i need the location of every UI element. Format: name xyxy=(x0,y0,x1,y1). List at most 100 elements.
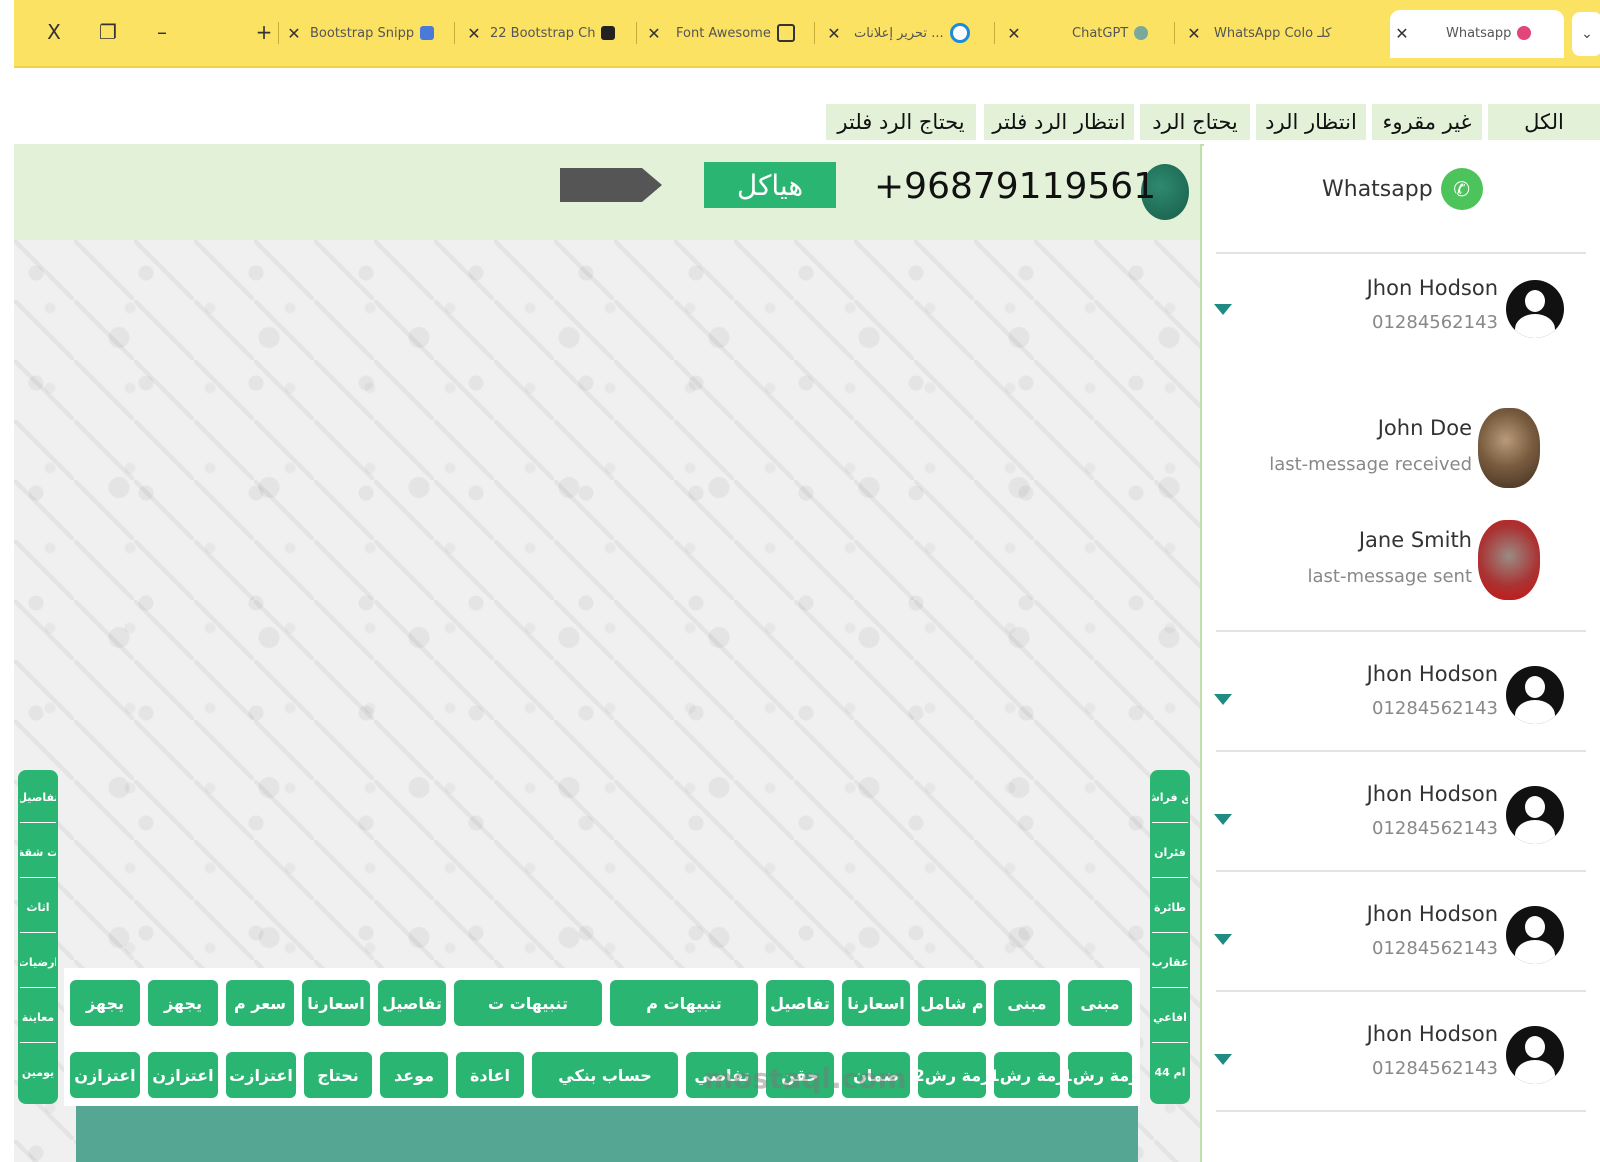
quick-reply-panel: مبنى مبنى م شامل اسعارنا تفاصيل تنبيهات … xyxy=(64,968,1140,1106)
rail-button[interactable]: عقارب xyxy=(1152,937,1188,988)
contact-item[interactable]: Jhon Hodson 01284562143 xyxy=(1202,264,1600,364)
close-icon[interactable]: ✕ xyxy=(1394,24,1410,43)
tab-list-chevron-icon[interactable]: ⌄ xyxy=(1572,12,1600,56)
caret-down-icon[interactable] xyxy=(1214,1054,1232,1065)
rail-button[interactable]: معاينة xyxy=(20,992,56,1043)
rail-button[interactable]: ارضيات xyxy=(20,937,56,988)
browser-tab-whatsapp-label[interactable]: ✕ Whatsapp xyxy=(1394,18,1537,48)
quick-reply-button[interactable]: اعتزازت xyxy=(226,1052,296,1098)
divider xyxy=(1216,630,1586,632)
contact-name: Jhon Hodson xyxy=(1366,276,1498,300)
contact-subtitle: 01284562143 xyxy=(1372,312,1498,333)
quick-reply-button[interactable]: تنبيهات م xyxy=(610,980,758,1026)
filter-awaiting-reply[interactable]: انتظار الرد xyxy=(1256,104,1366,140)
rail-button[interactable]: افاعي xyxy=(1152,992,1188,1043)
close-icon[interactable]: ✕ xyxy=(286,24,302,43)
quick-reply-button[interactable]: حساب بنكي xyxy=(532,1052,678,1098)
filter-needs-reply[interactable]: يحتاج الرد xyxy=(1140,104,1250,140)
rail-button[interactable]: يومين xyxy=(20,1047,56,1097)
quick-reply-button[interactable]: نحتاج xyxy=(304,1052,372,1098)
font-awesome-icon xyxy=(776,24,795,42)
quick-reply-button[interactable]: يجهز xyxy=(148,980,218,1026)
contact-subtitle: last-message received xyxy=(1269,454,1472,475)
rail-button[interactable]: تفاصيل xyxy=(20,772,56,823)
contact-item[interactable]: Jhon Hodson 01284562143 xyxy=(1202,650,1600,750)
browser-tab-font-awesome[interactable]: ✕ Font Awesome xyxy=(646,18,801,48)
quick-reply-button[interactable]: اسعارنا xyxy=(842,980,910,1026)
quick-reply-button[interactable]: تفاصيل xyxy=(766,980,834,1026)
chat-header: +96879119561 هياكل xyxy=(14,144,1200,240)
quick-reply-button[interactable]: اسعارنا xyxy=(302,980,370,1026)
close-icon[interactable]: ✕ xyxy=(1186,24,1202,43)
tab-title: Whatsapp xyxy=(1446,25,1512,41)
browser-tab-bootstrap-snippets[interactable]: ✕ Bootstrap Snipp xyxy=(286,18,440,48)
quick-reply-button[interactable]: موعد xyxy=(380,1052,448,1098)
contact-name: John Doe xyxy=(1377,416,1472,440)
browser-tab-ad-editor[interactable]: ✕ تحرير إعلانات ... xyxy=(826,18,976,48)
close-icon[interactable]: ✕ xyxy=(466,24,482,43)
tab-title: Font Awesome xyxy=(676,25,771,41)
contact-subtitle: 01284562143 xyxy=(1372,1058,1498,1079)
quick-reply-button[interactable]: سعر م xyxy=(226,980,294,1026)
tab-title: ChatGPT xyxy=(1072,25,1129,41)
window-minimize-button[interactable]: – xyxy=(144,14,180,50)
browser-tab-bootstrap-charts[interactable]: ✕ 22 Bootstrap Ch xyxy=(466,18,621,48)
left-quick-rail: تفاصيل ت شقة اثاث ارضيات معاينة يومين xyxy=(18,770,58,1104)
contacts-sidebar: Whatsapp ✆ Jhon Hodson 01284562143 John … xyxy=(1202,146,1600,1162)
quick-reply-button[interactable]: يجهز xyxy=(70,980,140,1026)
caret-down-icon[interactable] xyxy=(1214,694,1232,705)
quick-reply-button[interactable]: مبنى xyxy=(994,980,1060,1026)
quick-reply-button[interactable]: رمة رش2 xyxy=(918,1052,986,1098)
brand-name: Whatsapp xyxy=(1322,176,1433,202)
contact-item[interactable]: John Doe last-message received xyxy=(1202,402,1600,502)
window-close-button[interactable]: X xyxy=(36,14,72,50)
contact-subtitle: 01284562143 xyxy=(1372,818,1498,839)
quick-reply-button[interactable]: رمة رش1 xyxy=(994,1052,1060,1098)
avatar-default-icon xyxy=(1506,786,1564,844)
caret-down-icon[interactable] xyxy=(1214,304,1232,315)
tab-title: 22 Bootstrap Ch xyxy=(490,25,596,41)
rail-button[interactable]: بق فراش xyxy=(1152,772,1188,823)
quick-reply-button[interactable]: اعتزازن xyxy=(70,1052,140,1098)
quick-reply-button[interactable]: اعتزازن xyxy=(148,1052,218,1098)
quick-reply-button[interactable]: رمة رش1 xyxy=(1068,1052,1132,1098)
chat-category-tag[interactable]: هياكل xyxy=(704,162,836,208)
contact-name: Jhon Hodson xyxy=(1366,902,1498,926)
rail-button[interactable]: فئران xyxy=(1152,827,1188,878)
contact-item[interactable]: Jane Smith last-message sent xyxy=(1202,514,1600,614)
rail-button[interactable]: ت شقة xyxy=(20,827,56,878)
filter-needs-reply-filter[interactable]: يحتاج الرد فلتر xyxy=(826,104,976,140)
filter-awaiting-reply-filter[interactable]: انتظار الرد فلتر xyxy=(984,104,1134,140)
rail-button[interactable]: اثاث xyxy=(20,882,56,933)
divider xyxy=(1216,990,1586,992)
browser-tab-chatgpt[interactable]: ✕ ChatGPT xyxy=(1006,18,1154,48)
filter-unread[interactable]: غير مقروء xyxy=(1372,104,1482,140)
caret-down-icon[interactable] xyxy=(1214,934,1232,945)
quick-reply-button[interactable]: اعادة xyxy=(456,1052,524,1098)
close-icon[interactable]: ✕ xyxy=(826,24,842,43)
divider xyxy=(1216,870,1586,872)
rail-button[interactable]: طائرة xyxy=(1152,882,1188,933)
right-quick-rail: بق فراش فئران طائرة عقارب افاعي ام 44 xyxy=(1150,770,1190,1104)
rail-button[interactable]: ام 44 xyxy=(1152,1047,1188,1097)
divider xyxy=(1216,252,1586,254)
tab-title: Bootstrap Snipp xyxy=(310,25,415,41)
new-tab-button[interactable]: + xyxy=(246,14,282,50)
quick-reply-button[interactable]: مبنى xyxy=(1068,980,1132,1026)
contact-item[interactable]: Jhon Hodson 01284562143 xyxy=(1202,890,1600,990)
contact-item[interactable]: Jhon Hodson 01284562143 xyxy=(1202,1010,1600,1110)
favicon-icon xyxy=(949,23,970,43)
forward-arrow-icon[interactable] xyxy=(560,168,642,202)
quick-reply-button[interactable]: م شامل xyxy=(918,980,986,1026)
window-restore-button[interactable]: ❐ xyxy=(90,14,126,50)
browser-tab-whatsapp-colors[interactable]: ✕ WhatsApp Colo كلـ xyxy=(1186,18,1331,48)
contact-item[interactable]: Jhon Hodson 01284562143 xyxy=(1202,770,1600,870)
close-icon[interactable]: ✕ xyxy=(1006,24,1022,43)
browser-tab-bar: X ❐ – + ✕ Bootstrap Snipp ✕ 22 Bootstrap… xyxy=(14,0,1600,68)
forward-arrowhead-icon xyxy=(642,168,662,202)
quick-reply-button[interactable]: تنبيهات ت xyxy=(454,980,602,1026)
filter-all[interactable]: الكل xyxy=(1488,104,1600,140)
quick-reply-button[interactable]: تفاصيل xyxy=(378,980,446,1026)
close-icon[interactable]: ✕ xyxy=(646,24,662,43)
caret-down-icon[interactable] xyxy=(1214,814,1232,825)
